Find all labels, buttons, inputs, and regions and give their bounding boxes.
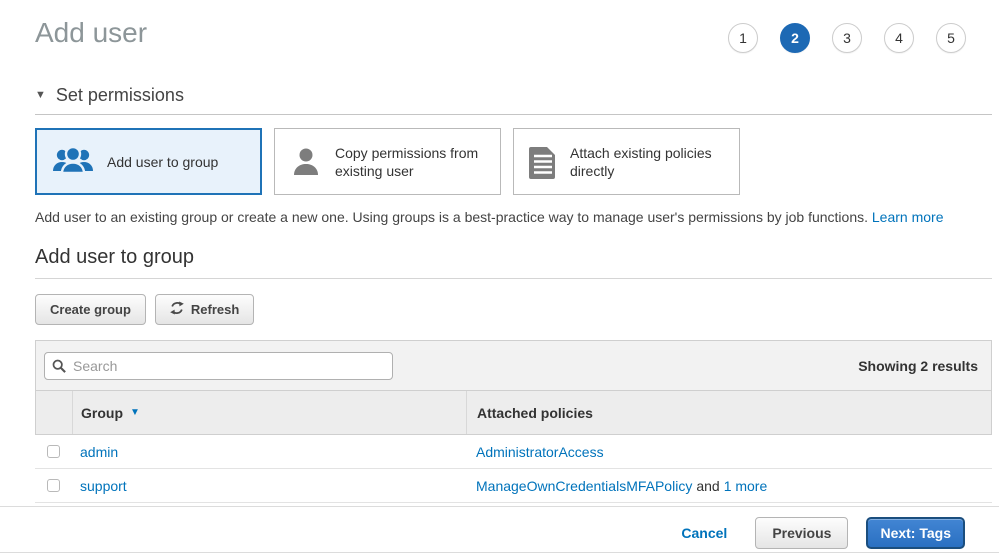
wizard-footer: Cancel Previous Next: Tags [0,506,999,549]
description-text: Add user to an existing group or create … [35,209,868,225]
create-group-button[interactable]: Create group [35,294,146,325]
option-attach-policies[interactable]: Attach existing policies directly [513,128,740,195]
refresh-icon [170,301,184,318]
page-title: Add user [35,16,147,50]
search-input[interactable] [44,352,393,380]
policies-cell: ManageOwnCredentialsMFAPolicy and 1 more [466,478,992,494]
option-label: Add user to group [107,153,218,171]
column-policies-label: Attached policies [477,405,593,421]
column-group[interactable]: Group ▼ [73,391,467,434]
step-4[interactable]: 4 [884,23,914,53]
step-2-active[interactable]: 2 [780,23,810,53]
section-title: Set permissions [56,85,184,106]
permissions-description: Add user to an existing group or create … [35,209,964,225]
column-attached-policies: Attached policies [467,405,991,421]
refresh-label: Refresh [191,302,239,317]
cancel-link[interactable]: Cancel [681,525,727,541]
option-add-user-to-group[interactable]: Add user to group [35,128,262,195]
permission-option-cards: Add user to group Copy permissions from … [35,128,992,195]
row-checkbox[interactable] [47,479,60,492]
page-header: Add user 1 2 3 4 5 [0,0,999,53]
results-count: Showing 2 results [858,358,978,374]
user-icon [289,145,323,179]
group-link[interactable]: admin [80,444,118,460]
group-icon [51,146,95,178]
groups-table: Showing 2 results Group ▼ Attached polic… [35,340,992,503]
option-copy-permissions[interactable]: Copy permissions from existing user [274,128,501,195]
chevron-down-icon: ▼ [35,90,46,101]
document-icon [528,145,558,179]
row-checkbox[interactable] [47,445,60,458]
next-tags-button[interactable]: Next: Tags [866,517,965,549]
row-checkbox-cell [35,469,72,502]
bottom-divider [0,552,999,553]
sort-descending-icon: ▼ [130,407,140,418]
table-row: admin AdministratorAccess [35,435,992,469]
table-header-row: Group ▼ Attached policies [35,390,992,435]
learn-more-link[interactable]: Learn more [872,209,944,225]
wizard-steps: 1 2 3 4 5 [728,23,966,53]
create-group-label: Create group [50,302,131,317]
step-3[interactable]: 3 [832,23,862,53]
option-label: Copy permissions from existing user [335,144,490,180]
more-policies-link[interactable]: 1 more [724,478,768,494]
search-box [44,352,393,380]
table-toolbar: Showing 2 results [35,340,992,390]
previous-button[interactable]: Previous [755,517,848,549]
policies-cell: AdministratorAccess [466,444,992,460]
policy-link[interactable]: ManageOwnCredentialsMFAPolicy [476,478,692,494]
group-cell: support [72,469,466,502]
group-actions: Create group Refresh [35,294,999,325]
policy-link[interactable]: AdministratorAccess [476,444,604,460]
column-group-label: Group [81,405,123,421]
step-1[interactable]: 1 [728,23,758,53]
group-link[interactable]: support [80,478,127,494]
previous-label: Previous [772,525,831,541]
search-icon [52,359,66,376]
header-checkbox-cell [36,391,73,434]
option-label: Attach existing policies directly [570,144,729,180]
group-cell: admin [72,435,466,468]
set-permissions-header[interactable]: ▼ Set permissions [35,85,992,115]
row-checkbox-cell [35,435,72,468]
and-text: and [696,478,719,494]
step-5[interactable]: 5 [936,23,966,53]
group-section-title: Add user to group [35,246,992,279]
refresh-button[interactable]: Refresh [155,294,254,325]
table-row: support ManageOwnCredentialsMFAPolicy an… [35,469,992,503]
